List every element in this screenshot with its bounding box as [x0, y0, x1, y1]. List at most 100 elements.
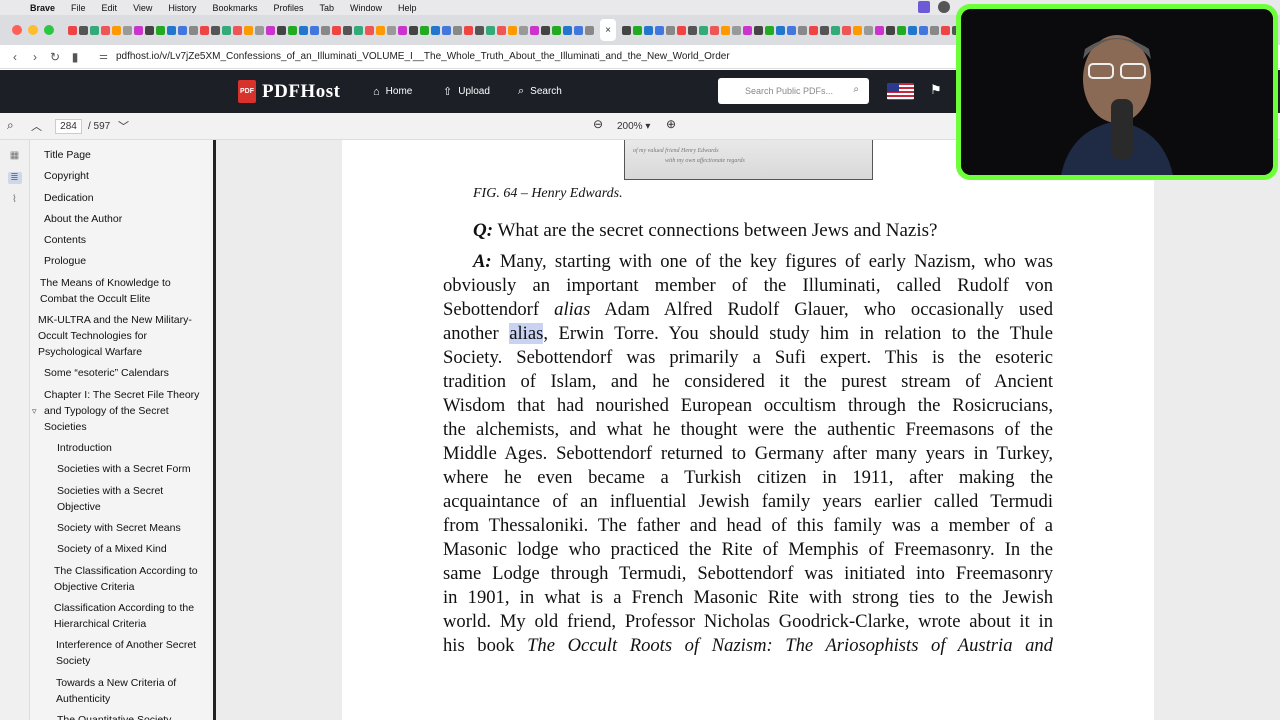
outline-item[interactable]: Societies	[44, 419, 87, 435]
tab-favicon-icon[interactable]	[941, 25, 950, 35]
nav-home[interactable]: ⌂ Home	[373, 70, 412, 113]
bookmark-icon[interactable]: ▮	[65, 50, 85, 64]
outline-item[interactable]: The Quantitative Society	[57, 712, 171, 720]
play-icon[interactable]	[938, 1, 950, 13]
forward-icon[interactable]: ›	[25, 50, 45, 64]
tab-favicon-icon[interactable]	[644, 25, 653, 35]
outline-item[interactable]: About the Author	[44, 211, 122, 227]
nav-upload[interactable]: ⇧ Upload	[443, 70, 490, 113]
tab-favicon-icon[interactable]	[508, 25, 517, 35]
tab-favicon-icon[interactable]	[420, 25, 429, 35]
tab-favicon-icon[interactable]	[167, 25, 176, 35]
outline-icon[interactable]: ≣	[7, 172, 22, 184]
tab-favicon-icon[interactable]	[765, 25, 774, 35]
tab-favicon-icon[interactable]	[677, 25, 686, 35]
tab-favicon-icon[interactable]	[288, 25, 297, 35]
tab-favicon-icon[interactable]	[453, 25, 462, 35]
zoom-out-icon[interactable]: ⊖	[593, 117, 603, 131]
url-field[interactable]: ⚌ pdfhost.io/v/Lv7jZe5XM_Confessions_of_a…	[99, 51, 730, 62]
outline-item[interactable]: Hierarchical Criteria	[54, 616, 146, 632]
close-tab-icon[interactable]: ×	[605, 25, 611, 36]
search-submit-icon[interactable]: ⌕	[853, 84, 859, 95]
tab-favicon-icon[interactable]	[787, 25, 796, 35]
tab-favicon-icon[interactable]	[145, 25, 154, 35]
zoom-window-button[interactable]	[44, 25, 54, 35]
outline-item[interactable]: Objective	[57, 499, 101, 515]
tab-favicon-icon[interactable]	[255, 25, 264, 35]
tab-favicon-icon[interactable]	[299, 25, 308, 35]
tab-favicon-icon[interactable]	[211, 25, 220, 35]
outline-item[interactable]: Combat the Occult Elite	[40, 291, 150, 307]
us-flag-icon[interactable]	[887, 83, 914, 100]
outline-item[interactable]: Psychological Warfare	[38, 344, 142, 360]
outline-item[interactable]: and Typology of the Secret	[44, 403, 169, 419]
tab-favicon-icon[interactable]	[853, 25, 862, 35]
tab-favicon-icon[interactable]	[743, 25, 752, 35]
tab-favicon-icon[interactable]	[798, 25, 807, 35]
tab-favicon-icon[interactable]	[721, 25, 730, 35]
tab-favicon-icon[interactable]	[820, 25, 829, 35]
tab-favicon-icon[interactable]	[754, 25, 763, 35]
outline-item[interactable]: Society	[56, 653, 90, 669]
menu-bookmarks[interactable]: Bookmarks	[212, 3, 257, 13]
tab-favicon-icon[interactable]	[354, 25, 363, 35]
tab-favicon-icon[interactable]	[699, 25, 708, 35]
outline-item[interactable]: Copyright	[44, 168, 89, 184]
tab-favicon-icon[interactable]	[919, 25, 928, 35]
tab-favicon-icon[interactable]	[409, 25, 418, 35]
tab-favicon-icon[interactable]	[156, 25, 165, 35]
tab-favicon-icon[interactable]	[365, 25, 374, 35]
tab-favicon-icon[interactable]	[732, 25, 741, 35]
tab-favicon-icon[interactable]	[134, 25, 143, 35]
tab-favicon-icon[interactable]	[79, 25, 88, 35]
tab-favicon-icon[interactable]	[530, 25, 539, 35]
page-number-input[interactable]: 284	[55, 119, 82, 134]
menu-profiles[interactable]: Profiles	[273, 3, 303, 13]
tab-favicon-icon[interactable]	[222, 25, 231, 35]
previous-page-icon[interactable]: ︿	[31, 118, 42, 134]
tab-favicon-icon[interactable]	[200, 25, 209, 35]
site-settings-icon[interactable]: ⚌	[99, 51, 108, 62]
outline-expand-icon[interactable]: ▿	[32, 406, 37, 417]
tab-favicon-icon[interactable]	[244, 25, 253, 35]
tab-favicon-icon[interactable]	[90, 25, 99, 35]
outline-item[interactable]: Objective Criteria	[54, 579, 135, 595]
tab-favicon-icon[interactable]	[123, 25, 132, 35]
tab-favicon-icon[interactable]	[189, 25, 198, 35]
tab-favicon-icon[interactable]	[486, 25, 495, 35]
outline-item[interactable]: Prologue	[44, 253, 86, 269]
site-logo[interactable]: PDF PDFHost	[238, 80, 340, 103]
tab-favicon-icon[interactable]	[552, 25, 561, 35]
outline-item[interactable]: Chapter I: The Secret File Theory	[44, 387, 199, 403]
outline-item[interactable]: Occult Technologies for	[38, 328, 147, 344]
outline-item[interactable]: Some “esoteric” Calendars	[44, 365, 169, 381]
nav-search[interactable]: ⌕ Search	[518, 70, 562, 113]
outline-item[interactable]: Interference of Another Secret	[56, 637, 196, 653]
outline-item[interactable]: Dedication	[44, 190, 94, 206]
tab-favicon-icon[interactable]	[622, 25, 631, 35]
tab-favicon-icon[interactable]	[266, 25, 275, 35]
tab-favicon-icon[interactable]	[930, 25, 939, 35]
next-page-icon[interactable]: ﹀	[118, 118, 129, 134]
outline-item[interactable]: Society of a Mixed Kind	[57, 541, 167, 557]
outline-item[interactable]: Classification According to the	[54, 600, 194, 616]
report-flag-icon[interactable]: ⚑	[930, 82, 942, 98]
tab-favicon-icon[interactable]	[842, 25, 851, 35]
outline-item[interactable]: Societies with a Secret Form	[57, 461, 191, 477]
tab-favicon-icon[interactable]	[343, 25, 352, 35]
tab-favicon-icon[interactable]	[585, 25, 594, 35]
menu-tab[interactable]: Tab	[319, 3, 334, 13]
tab-favicon-icon[interactable]	[655, 25, 664, 35]
tab-favicon-icon[interactable]	[398, 25, 407, 35]
tab-favicon-icon[interactable]	[101, 25, 110, 35]
tab-favicon-icon[interactable]	[831, 25, 840, 35]
tab-favicon-icon[interactable]	[464, 25, 473, 35]
menu-file[interactable]: File	[71, 3, 86, 13]
search-public-pdfs-input[interactable]: Search Public PDFs... ⌕	[718, 78, 869, 104]
tab-favicon-icon[interactable]	[321, 25, 330, 35]
outline-item[interactable]: Introduction	[57, 440, 112, 456]
tab-favicon-icon[interactable]	[233, 25, 242, 35]
outline-item[interactable]: Towards a New Criteria of	[56, 675, 176, 691]
tab-favicon-icon[interactable]	[112, 25, 121, 35]
outline-item[interactable]: Society with Secret Means	[57, 520, 181, 536]
